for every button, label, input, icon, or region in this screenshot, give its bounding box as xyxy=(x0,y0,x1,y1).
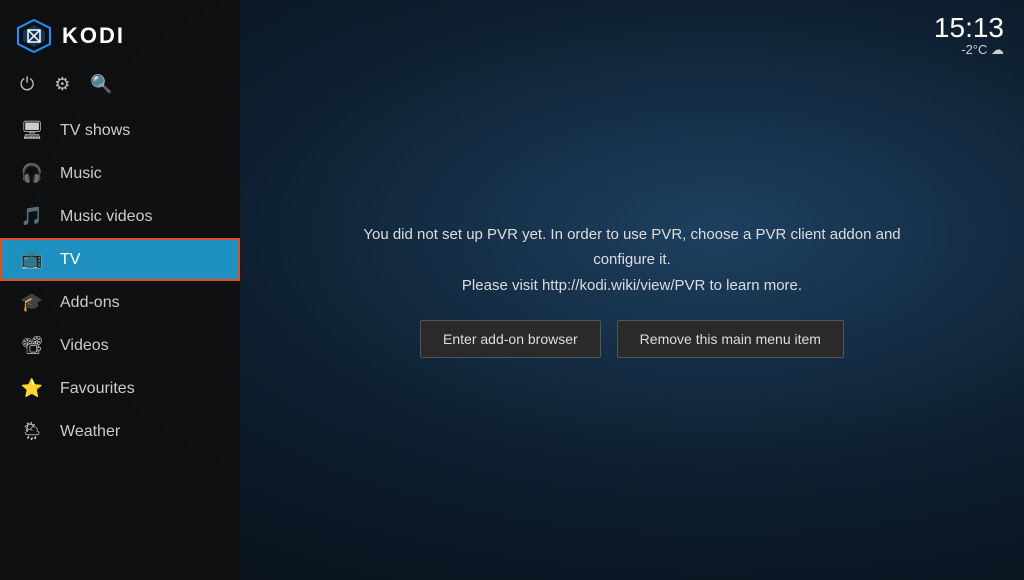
tv-shows-icon: 🖥 xyxy=(20,120,44,141)
remove-main-menu-item-button[interactable]: Remove this main menu item xyxy=(617,320,844,358)
main-content: You did not set up PVR yet. In order to … xyxy=(240,0,1024,580)
sidebar-item-music[interactable]: 🎧 Music xyxy=(0,152,240,195)
pvr-message-line2: Please visit http://kodi.wiki/view/PVR t… xyxy=(462,277,802,294)
add-ons-label: Add-ons xyxy=(60,294,120,312)
music-icon: 🎧 xyxy=(20,163,44,184)
enter-addon-browser-button[interactable]: Enter add-on browser xyxy=(420,320,601,358)
pvr-message: You did not set up PVR yet. In order to … xyxy=(352,222,912,299)
toolbar: ⏻ ⚙ 🔍 xyxy=(0,68,240,109)
favourites-label: Favourites xyxy=(60,380,135,398)
weather-label: Weather xyxy=(60,423,120,441)
power-icon[interactable]: ⏻ xyxy=(20,74,34,95)
clock-area: 15:13 -2°C ☁ xyxy=(934,14,1004,58)
music-videos-icon: 🎵 xyxy=(20,206,44,227)
settings-icon[interactable]: ⚙ xyxy=(54,74,70,95)
sidebar-item-music-videos[interactable]: 🎵 Music videos xyxy=(0,195,240,238)
pvr-message-line1: You did not set up PVR yet. In order to … xyxy=(363,226,900,269)
kodi-logo-icon xyxy=(16,18,52,54)
clock-weather: -2°C ☁ xyxy=(934,42,1004,58)
videos-label: Videos xyxy=(60,337,109,355)
clock-time: 15:13 xyxy=(934,14,1004,42)
add-ons-icon: 🎓 xyxy=(20,292,44,313)
videos-icon: 📽 xyxy=(20,335,44,356)
action-buttons: Enter add-on browser Remove this main me… xyxy=(352,320,912,358)
favourites-icon: ⭐ xyxy=(20,378,44,399)
sidebar-item-favourites[interactable]: ⭐ Favourites xyxy=(0,367,240,410)
music-videos-label: Music videos xyxy=(60,208,152,226)
sidebar-item-videos[interactable]: 📽 Videos xyxy=(0,324,240,367)
music-label: Music xyxy=(60,165,102,183)
logo-area: KODI xyxy=(0,0,240,68)
tv-label: TV xyxy=(60,251,80,269)
tv-shows-label: TV shows xyxy=(60,122,130,140)
sidebar-item-tv-shows[interactable]: 🖥 TV shows xyxy=(0,109,240,152)
app-title: KODI xyxy=(62,23,125,49)
pvr-info-box: You did not set up PVR yet. In order to … xyxy=(332,202,932,379)
sidebar-item-add-ons[interactable]: 🎓 Add-ons xyxy=(0,281,240,324)
main-nav: 🖥 TV shows 🎧 Music 🎵 Music videos 📺 TV 🎓 Add-ons 📽… xyxy=(0,109,240,453)
sidebar: KODI ⏻ ⚙ 🔍 🖥 TV shows 🎧 Music 🎵 Music videos 📺… xyxy=(0,0,240,580)
tv-icon: 📺 xyxy=(20,249,44,270)
sidebar-item-weather[interactable]: 🌦 Weather xyxy=(0,410,240,453)
sidebar-item-tv[interactable]: 📺 TV xyxy=(0,238,240,281)
weather-icon: 🌦 xyxy=(20,421,44,442)
search-icon[interactable]: 🔍 xyxy=(90,74,112,95)
